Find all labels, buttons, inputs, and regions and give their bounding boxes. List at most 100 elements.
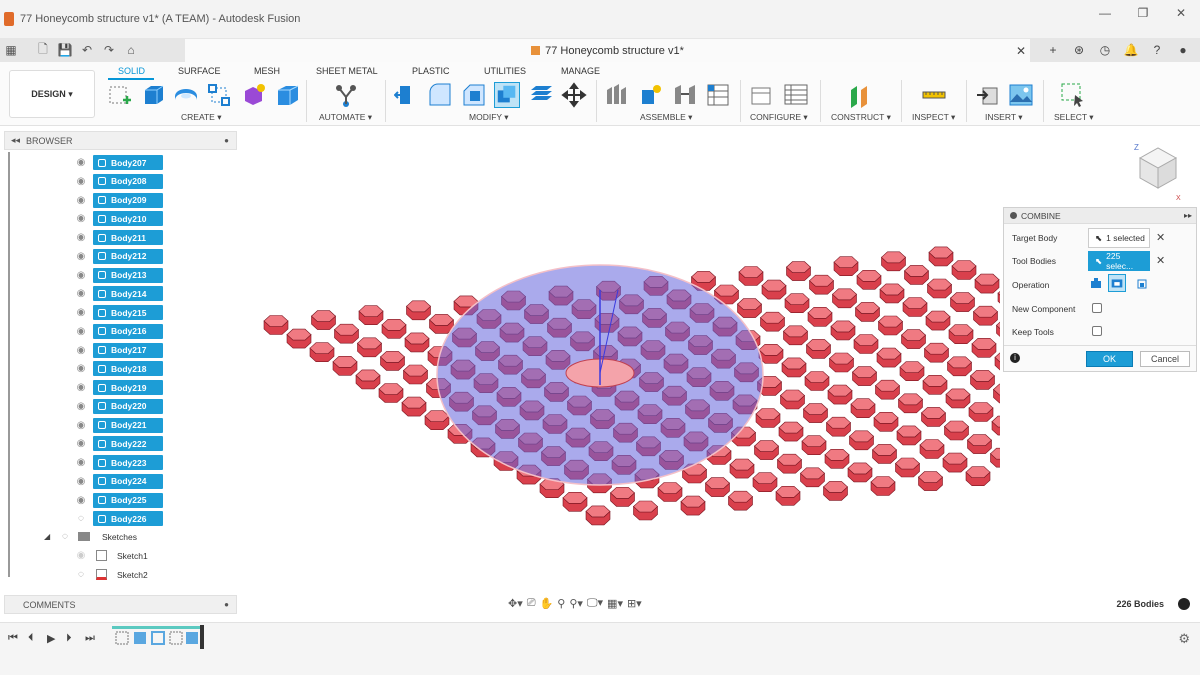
viewports-icon[interactable]: ⊞▾ [627,597,642,610]
visibility-icon[interactable]: ◉ [74,476,88,487]
visibility-icon[interactable]: ◉ [74,288,88,299]
new-component-checkbox[interactable] [1092,303,1102,313]
browser-scrollbar[interactable] [8,152,10,577]
new-tab-icon[interactable]: + [1040,43,1066,57]
maximize-icon[interactable]: ❐ [1124,0,1162,26]
browser-body-item[interactable]: ◉ Body214 [74,285,163,302]
automate-group-label[interactable]: AUTOMATE ▾ [319,112,372,123]
browser-body-item[interactable]: ◉ Body212 [74,248,163,265]
box-icon[interactable] [275,82,301,108]
document-tab[interactable]: 77 Honeycomb structure v1* ✕ [185,39,1030,62]
browser-body-item[interactable]: ◉ Body208 [74,173,163,190]
browser-body-item[interactable]: ◉ Body219 [74,379,163,396]
notifications-icon[interactable]: 🔔 [1118,43,1144,57]
tab-mesh[interactable]: MESH [254,66,280,76]
body-selection-tag[interactable]: Body224 [93,473,163,489]
step-back-icon[interactable]: ⏴ [28,632,34,645]
body-selection-tag[interactable]: Body212 [93,248,163,264]
zoom-icon[interactable]: ⚲ [557,597,565,610]
sweep-icon[interactable] [206,82,232,108]
create-group-label[interactable]: CREATE ▾ [181,112,221,123]
visibility-icon[interactable]: ◉ [74,195,88,206]
sketch-item[interactable]: ◉ Sketch1 [74,547,148,564]
app-grid-icon[interactable]: ▦ [0,39,22,61]
visibility-icon[interactable]: ◉ [74,326,88,337]
body-selection-tag[interactable]: Body223 [93,455,163,470]
visibility-icon[interactable]: ◉ [74,363,88,374]
body-selection-tag[interactable]: Body216 [93,323,163,339]
body-selection-tag[interactable]: Body208 [93,173,163,189]
profile-icon[interactable]: ● [1170,43,1196,57]
go-to-start-icon[interactable]: ⏮ [8,632,18,645]
visibility-icon[interactable]: ◉ [74,176,88,187]
extrude-icon[interactable] [140,82,166,108]
configure-icon[interactable] [749,82,775,108]
cut-operation-icon[interactable] [1108,274,1126,292]
grid-settings-icon[interactable]: ▦▾ [607,597,623,610]
step-forward-icon[interactable]: ⏵ [66,632,72,645]
body-selection-tag[interactable]: Body211 [93,230,163,245]
clear-tools-icon[interactable]: ✕ [1156,254,1165,267]
collapse-dialog-icon[interactable] [1010,212,1017,219]
minimize-icon[interactable]: — [1086,0,1124,26]
timeline-features[interactable] [112,625,204,649]
tab-sheet-metal[interactable]: SHEET METAL [316,66,378,76]
insert-group-label[interactable]: INSERT ▾ [985,112,1023,123]
job-status-icon[interactable]: ◷ [1092,43,1118,57]
body-selection-tag[interactable]: Body221 [93,417,163,433]
visibility-icon[interactable]: ◉ [74,213,88,224]
play-icon[interactable]: ▶ [47,632,55,645]
select-icon[interactable] [1060,82,1086,108]
expand-dialog-icon[interactable]: ▸▸ [1184,211,1192,220]
as-built-joint-icon[interactable] [672,82,698,108]
visibility-hidden-icon[interactable]: ◌ [74,569,88,580]
visibility-icon[interactable]: ◉ [74,270,88,281]
body-selection-tag[interactable]: Body220 [93,398,163,414]
look-at-icon[interactable]: ⎚ [527,597,536,610]
sketch-item[interactable]: ◌ Sketch2 [74,566,148,583]
body-selection-tag[interactable]: Body219 [93,380,163,395]
timeline-settings-icon[interactable]: ⚙ [1178,631,1190,647]
save-icon[interactable]: 💾 [54,39,76,61]
browser-body-item[interactable]: ◉ Body224 [74,473,163,490]
body-selection-tag[interactable]: Body213 [93,267,163,283]
insert-canvas-icon[interactable] [1008,82,1034,108]
cancel-button[interactable]: Cancel [1140,351,1190,367]
visibility-icon[interactable]: ◉ [74,401,88,412]
browser-body-item[interactable]: ◉ Body220 [74,398,163,415]
join-operation-icon[interactable] [1090,277,1102,289]
help-icon[interactable]: ? [1144,43,1170,57]
create-sketch-icon[interactable] [107,82,133,108]
browser-body-item[interactable]: ◉ Body211 [74,229,163,246]
body-selection-tag[interactable]: Body209 [93,192,163,208]
redo-icon[interactable]: ↷ [98,39,120,61]
ok-button[interactable]: OK [1086,351,1133,367]
form-icon[interactable] [241,82,267,108]
visibility-icon[interactable]: ◉ [74,307,88,318]
measure-icon[interactable] [921,82,947,108]
comments-panel-header[interactable]: COMMENTS ● [4,595,237,614]
extensions-icon[interactable]: ⊛ [1066,43,1092,57]
visibility-icon[interactable]: ◉ [74,457,88,468]
press-pull-icon[interactable] [394,82,420,108]
chamfer-icon[interactable] [461,82,487,108]
visibility-icon[interactable]: ◉ [74,382,88,393]
construct-group-label[interactable]: CONSTRUCT ▾ [831,112,891,123]
browser-body-item[interactable]: ◉ Body225 [74,492,163,509]
browser-body-item[interactable]: ◉ Body223 [74,454,163,471]
clear-target-icon[interactable]: ✕ [1156,231,1165,244]
tab-surface[interactable]: SURFACE [178,66,221,76]
orbit-icon[interactable]: ✥▾ [508,597,523,610]
browser-body-item[interactable]: ◉ Body210 [74,210,163,227]
display-settings-icon[interactable]: 🖵▾ [587,596,603,610]
move-icon[interactable] [561,82,587,108]
visibility-icon[interactable]: ◉ [74,438,88,449]
fillet-icon[interactable] [427,82,453,108]
close-tab-icon[interactable]: ✕ [1016,44,1026,58]
body-selection-tag[interactable]: Body217 [93,342,163,358]
body-selection-tag[interactable]: Body218 [93,361,163,377]
body-selection-tag[interactable]: Body207 [93,155,163,170]
automate-icon[interactable] [333,82,359,108]
tool-bodies-selector[interactable]: ⬉ 225 selec... [1088,251,1150,271]
canvas-viewport[interactable] [240,128,1000,590]
